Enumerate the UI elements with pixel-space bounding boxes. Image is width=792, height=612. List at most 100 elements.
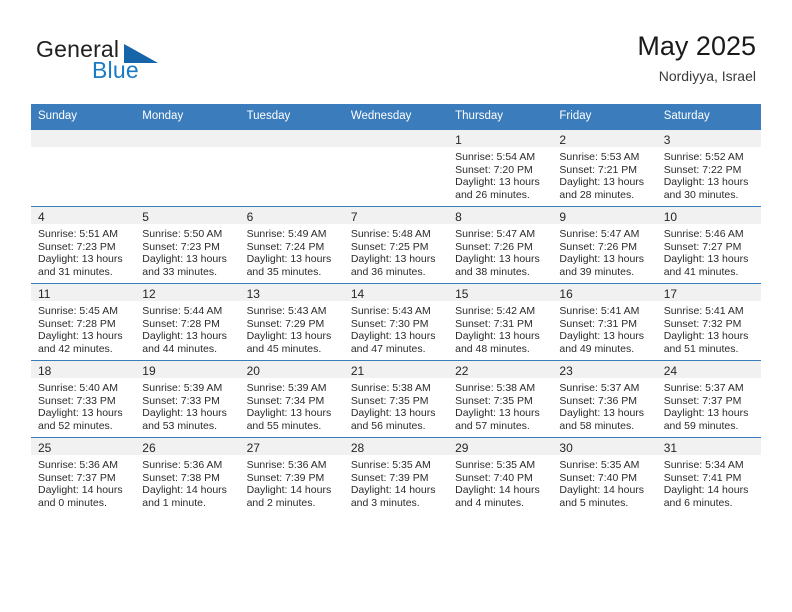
calendar-day-cell[interactable]: 4 Sunrise: 5:51 AM Sunset: 7:23 PM Daylight… [31, 206, 136, 284]
weekday-header-thursday: Thursday [448, 104, 553, 130]
day-number: 14 [343, 284, 449, 301]
calendar-day-cell[interactable]: 21 Sunrise: 5:38 AM Sunset: 7:35 PM Dayligh… [343, 360, 449, 438]
sunrise-text: Sunrise: 5:48 AM [350, 228, 431, 240]
day-details: Sunrise: 5:47 AM Sunset: 7:26 PM Daylight:… [448, 224, 552, 279]
day-details: Sunrise: 5:38 AM Sunset: 7:35 PM Daylight:… [448, 378, 552, 433]
sunset-text: Sunset: 7:41 PM [663, 471, 742, 484]
day-number: 7 [343, 207, 449, 224]
sunrise-text: Sunrise: 5:53 AM [559, 151, 640, 163]
weekday-header-monday: Monday [135, 104, 240, 130]
day-number: 15 [448, 284, 553, 301]
day-details: Sunrise: 5:36 AM Sunset: 7:37 PM Daylight:… [31, 455, 135, 510]
calendar-day-cell[interactable]: 8 Sunrise: 5:47 AM Sunset: 7:26 PM Daylight… [448, 206, 553, 284]
daylight-text: Daylight: 14 hours and 3 minutes. [350, 484, 436, 510]
sunset-text: Sunset: 7:40 PM [455, 471, 533, 484]
calendar-day-cell[interactable]: 30 Sunrise: 5:35 AM Sunset: 7:40 PM Dayligh… [552, 437, 657, 514]
calendar-day-cell-empty [343, 129, 449, 207]
calendar-day-cell[interactable]: 26 Sunrise: 5:36 AM Sunset: 7:38 PM Dayligh… [135, 437, 240, 514]
sunset-text: Sunset: 7:20 PM [455, 163, 533, 176]
day-details: Sunrise: 5:41 AM Sunset: 7:31 PM Daylight:… [552, 301, 656, 356]
location-subtitle: Nordiyya, Israel [658, 68, 756, 84]
day-number: 24 [656, 361, 761, 378]
calendar-week-row: 25 Sunrise: 5:36 AM Sunset: 7:37 PM Dayligh… [31, 437, 761, 514]
sunset-text: Sunset: 7:25 PM [350, 240, 429, 253]
calendar-day-cell[interactable]: 18 Sunrise: 5:40 AM Sunset: 7:33 PM Dayligh… [31, 360, 136, 438]
daylight-text: Daylight: 14 hours and 5 minutes. [559, 484, 645, 510]
day-number: 3 [656, 130, 761, 147]
sunrise-text: Sunrise: 5:43 AM [246, 305, 327, 317]
calendar-day-cell[interactable]: 5 Sunrise: 5:50 AM Sunset: 7:23 PM Daylight… [135, 206, 240, 284]
sunrise-text: Sunrise: 5:40 AM [38, 382, 118, 394]
calendar-day-cell[interactable]: 25 Sunrise: 5:36 AM Sunset: 7:37 PM Dayligh… [31, 437, 136, 514]
general-blue-logo[interactable]: General Blue [36, 36, 236, 88]
sunset-text: Sunset: 7:23 PM [142, 240, 220, 253]
sunset-text: Sunset: 7:34 PM [246, 394, 325, 407]
daylight-text: Daylight: 13 hours and 57 minutes. [455, 407, 540, 433]
sunrise-text: Sunrise: 5:42 AM [455, 305, 536, 317]
calendar-day-cell[interactable]: 22 Sunrise: 5:38 AM Sunset: 7:35 PM Dayligh… [448, 360, 553, 438]
sunset-text: Sunset: 7:26 PM [455, 240, 533, 253]
calendar-day-cell[interactable]: 11 Sunrise: 5:45 AM Sunset: 7:28 PM Dayligh… [31, 283, 136, 361]
daylight-text: Daylight: 13 hours and 41 minutes. [663, 253, 749, 279]
sunset-text: Sunset: 7:36 PM [559, 394, 638, 407]
calendar-day-cell[interactable]: 24 Sunrise: 5:37 AM Sunset: 7:37 PM Dayligh… [656, 360, 761, 438]
daylight-text: Daylight: 13 hours and 42 minutes. [38, 330, 123, 356]
calendar-day-cell[interactable]: 6 Sunrise: 5:49 AM Sunset: 7:24 PM Daylight… [239, 206, 344, 284]
calendar-day-cell[interactable]: 29 Sunrise: 5:35 AM Sunset: 7:40 PM Dayligh… [448, 437, 553, 514]
sunset-text: Sunset: 7:32 PM [663, 317, 742, 330]
day-number: 13 [239, 284, 344, 301]
calendar-day-cell[interactable]: 31 Sunrise: 5:34 AM Sunset: 7:41 PM Dayligh… [656, 437, 761, 514]
day-details: Sunrise: 5:43 AM Sunset: 7:29 PM Daylight:… [240, 301, 344, 356]
weekday-header-tuesday: Tuesday [239, 104, 344, 130]
sunset-text: Sunset: 7:29 PM [246, 317, 325, 330]
day-details: Sunrise: 5:36 AM Sunset: 7:39 PM Daylight:… [240, 455, 344, 510]
calendar-day-cell[interactable]: 28 Sunrise: 5:35 AM Sunset: 7:39 PM Dayligh… [343, 437, 449, 514]
sunrise-text: Sunrise: 5:44 AM [142, 305, 223, 317]
calendar-day-cell[interactable]: 27 Sunrise: 5:36 AM Sunset: 7:39 PM Dayligh… [239, 437, 344, 514]
calendar-day-cell[interactable]: 20 Sunrise: 5:39 AM Sunset: 7:34 PM Dayligh… [239, 360, 344, 438]
calendar-head: Sunday Monday Tuesday Wednesday Thursday… [31, 104, 761, 130]
day-number: 22 [448, 361, 553, 378]
calendar-day-cell[interactable]: 2 Sunrise: 5:53 AM Sunset: 7:21 PM Daylight… [552, 129, 657, 207]
sunrise-text: Sunrise: 5:43 AM [350, 305, 431, 317]
calendar-day-cell[interactable]: 23 Sunrise: 5:37 AM Sunset: 7:36 PM Dayligh… [552, 360, 657, 438]
calendar-day-cell[interactable]: 19 Sunrise: 5:39 AM Sunset: 7:33 PM Dayligh… [135, 360, 240, 438]
day-details: Sunrise: 5:39 AM Sunset: 7:34 PM Daylight:… [240, 378, 344, 433]
sunrise-text: Sunrise: 5:47 AM [455, 228, 536, 240]
calendar-day-cell[interactable]: 15 Sunrise: 5:42 AM Sunset: 7:31 PM Dayligh… [448, 283, 553, 361]
daylight-text: Daylight: 13 hours and 30 minutes. [663, 176, 749, 202]
daylight-text: Daylight: 14 hours and 2 minutes. [246, 484, 332, 510]
calendar-day-cell[interactable]: 7 Sunrise: 5:48 AM Sunset: 7:25 PM Daylight… [343, 206, 449, 284]
sunset-text: Sunset: 7:39 PM [246, 471, 325, 484]
calendar-day-cell[interactable]: 3 Sunrise: 5:52 AM Sunset: 7:22 PM Daylight… [656, 129, 761, 207]
calendar-day-cell[interactable]: 9 Sunrise: 5:47 AM Sunset: 7:26 PM Daylight… [552, 206, 657, 284]
daylight-text: Daylight: 13 hours and 51 minutes. [663, 330, 749, 356]
calendar-day-cell[interactable]: 16 Sunrise: 5:41 AM Sunset: 7:31 PM Dayligh… [552, 283, 657, 361]
calendar-day-cell[interactable]: 17 Sunrise: 5:41 AM Sunset: 7:32 PM Dayligh… [656, 283, 761, 361]
daylight-text: Daylight: 13 hours and 33 minutes. [142, 253, 227, 279]
calendar-day-cell[interactable]: 10 Sunrise: 5:46 AM Sunset: 7:27 PM Dayligh… [656, 206, 761, 284]
daylight-text: Daylight: 13 hours and 31 minutes. [38, 253, 123, 279]
daylight-text: Daylight: 13 hours and 26 minutes. [455, 176, 540, 202]
day-details: Sunrise: 5:49 AM Sunset: 7:24 PM Daylight:… [240, 224, 344, 279]
sunrise-text: Sunrise: 5:50 AM [142, 228, 223, 240]
day-number: 26 [135, 438, 240, 455]
daylight-text: Daylight: 13 hours and 49 minutes. [559, 330, 645, 356]
sunset-text: Sunset: 7:30 PM [350, 317, 429, 330]
sunrise-text: Sunrise: 5:39 AM [142, 382, 223, 394]
day-number: 29 [448, 438, 553, 455]
calendar-day-cell[interactable]: 1 Sunrise: 5:54 AM Sunset: 7:20 PM Daylight… [448, 129, 553, 207]
calendar-day-cell[interactable]: 14 Sunrise: 5:43 AM Sunset: 7:30 PM Dayligh… [343, 283, 449, 361]
daylight-text: Daylight: 13 hours and 58 minutes. [559, 407, 645, 433]
calendar-day-cell[interactable]: 13 Sunrise: 5:43 AM Sunset: 7:29 PM Dayligh… [239, 283, 344, 361]
calendar-week-row: 11 Sunrise: 5:45 AM Sunset: 7:28 PM Dayligh… [31, 283, 761, 361]
day-number: 28 [343, 438, 449, 455]
sunrise-text: Sunrise: 5:38 AM [455, 382, 536, 394]
day-number: 1 [448, 130, 553, 147]
day-number: 5 [135, 207, 240, 224]
day-details: Sunrise: 5:51 AM Sunset: 7:23 PM Daylight:… [31, 224, 135, 279]
day-details: Sunrise: 5:43 AM Sunset: 7:30 PM Daylight:… [344, 301, 448, 356]
calendar-day-cell[interactable]: 12 Sunrise: 5:44 AM Sunset: 7:28 PM Dayligh… [135, 283, 240, 361]
daylight-text: Daylight: 13 hours and 38 minutes. [455, 253, 540, 279]
daylight-text: Daylight: 13 hours and 44 minutes. [142, 330, 227, 356]
